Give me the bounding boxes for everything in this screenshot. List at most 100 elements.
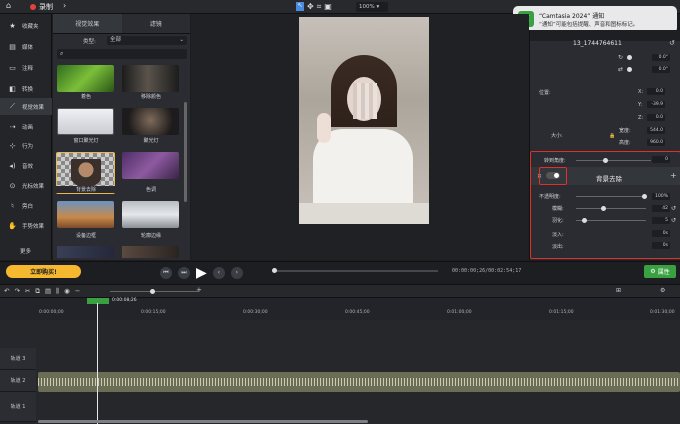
fadeout-value[interactable]: 0s bbox=[652, 242, 670, 249]
width-value[interactable]: 544.0 bbox=[647, 127, 665, 134]
feather-value[interactable]: 5 bbox=[652, 217, 670, 224]
effect-label: 移除颜色 bbox=[140, 94, 161, 100]
opacity-slider[interactable] bbox=[576, 196, 646, 197]
sidebar-item-visual-effects[interactable]: ⟋ 视觉效果 bbox=[0, 98, 52, 115]
zoom-in-icon[interactable]: + bbox=[196, 286, 202, 294]
effect-thumb-outline-edge[interactable] bbox=[122, 201, 179, 228]
timeline-zoom-knob[interactable] bbox=[150, 289, 155, 294]
crop-tool-icon[interactable]: ⌗ bbox=[317, 2, 322, 12]
opacity-value[interactable]: 100% bbox=[652, 193, 670, 200]
opacity-slider-knob[interactable] bbox=[642, 194, 647, 199]
annotation-icon: ▭ bbox=[9, 63, 16, 72]
sidebar-item-annotations[interactable]: ▭ 注释 bbox=[0, 59, 52, 76]
fadein-value[interactable]: 0s bbox=[652, 230, 670, 237]
undo-icon[interactable]: ↶ bbox=[4, 287, 9, 296]
effect-thumb-device-frame[interactable] bbox=[57, 201, 114, 228]
notification-toast[interactable]: C “Camtasia 2024” 通知 “通知”可能包括提醒、声音和图标标记。 bbox=[513, 6, 677, 33]
rotation-knob[interactable] bbox=[627, 55, 632, 60]
track-label[interactable]: 轨道 1 bbox=[0, 392, 36, 422]
audio-clip[interactable] bbox=[38, 372, 680, 392]
toast-title: “Camtasia 2024” 通知 bbox=[539, 13, 605, 20]
playhead-handle[interactable] bbox=[95, 298, 100, 303]
edge-slider-knob[interactable] bbox=[601, 206, 606, 211]
track-label[interactable]: 轨道 2 bbox=[0, 370, 36, 392]
edge-value[interactable]: 42 bbox=[652, 205, 670, 212]
corner-value[interactable]: 0 bbox=[652, 156, 670, 163]
next-marker-icon[interactable]: › bbox=[230, 267, 243, 279]
lock-icon[interactable]: 🔒 bbox=[609, 133, 615, 139]
sidebar-item-behaviors[interactable]: ⊹ 行为 bbox=[0, 137, 52, 154]
position-z[interactable]: 0.0 bbox=[647, 114, 665, 121]
sidebar-item-gestures[interactable]: ✋ 手势效果 bbox=[0, 217, 52, 234]
effect-thumb-tint[interactable] bbox=[122, 152, 179, 179]
playhead-line[interactable] bbox=[97, 298, 98, 424]
sidebar-item-more[interactable]: 更多 bbox=[0, 242, 52, 259]
prev-marker-icon[interactable]: ‹ bbox=[212, 267, 225, 279]
timeline-ruler[interactable]: 0:00:08;26 0:00:00;00 0:00:15;00 0:00:30… bbox=[0, 298, 680, 320]
effect-thumb-more[interactable] bbox=[57, 246, 114, 258]
reset-icon[interactable]: ↺ bbox=[671, 205, 676, 212]
copy-icon[interactable]: ⧉ bbox=[35, 287, 40, 296]
type-select[interactable]: 全部 ⌄ bbox=[107, 36, 187, 45]
effect-thumb-spotlight[interactable] bbox=[122, 108, 179, 135]
zoom-out-icon[interactable]: − bbox=[75, 287, 80, 296]
sidebar-item-narration[interactable]: ♮ 旁白 bbox=[0, 197, 52, 214]
sidebar-item-transitions[interactable]: ◧ 转换 bbox=[0, 80, 52, 97]
pan-tool-icon[interactable]: ✥ bbox=[307, 2, 314, 12]
edge-slider[interactable] bbox=[576, 208, 646, 209]
add-icon[interactable]: + bbox=[670, 171, 677, 180]
tab-filters[interactable]: 滤镜 bbox=[121, 14, 190, 34]
paste-icon[interactable]: ▤ bbox=[45, 287, 51, 296]
hand-icon: ✋ bbox=[8, 221, 17, 230]
cut-icon[interactable]: ✂ bbox=[25, 287, 30, 296]
home-icon[interactable]: ⌂ bbox=[6, 1, 11, 10]
zoom-select[interactable]: 100% ▾ bbox=[356, 2, 388, 12]
track-label[interactable]: 轨道 3 bbox=[0, 348, 36, 370]
redo-icon[interactable]: ↷ bbox=[14, 287, 19, 296]
select-tool-icon[interactable]: ↖ bbox=[296, 2, 304, 11]
flip-knob[interactable] bbox=[627, 67, 632, 72]
add-track-icon[interactable]: ⊞ bbox=[616, 287, 621, 294]
buy-now-button[interactable]: 立即购买! bbox=[6, 265, 81, 278]
record-button[interactable]: 录制 bbox=[26, 1, 57, 13]
settings-icon[interactable]: ⚙ bbox=[660, 287, 665, 294]
sidebar-item-media[interactable]: ▤ 媒体 bbox=[0, 38, 52, 55]
timeline-scrollbar[interactable] bbox=[38, 420, 368, 423]
snapshot-icon[interactable]: ◉ bbox=[64, 287, 70, 296]
fit-tool-icon[interactable]: ▣ bbox=[324, 2, 332, 12]
ruler-tick: 0:00:45;00 bbox=[345, 310, 370, 315]
sidebar-item-cursor[interactable]: ⊙ 光标效果 bbox=[0, 177, 52, 194]
sidebar-item-animations[interactable]: ⇢ 动画 bbox=[0, 118, 52, 135]
effect-thumb-more[interactable] bbox=[122, 246, 179, 258]
transport-bar bbox=[0, 261, 680, 283]
tab-visual-effects[interactable]: 视觉效果 bbox=[53, 14, 122, 34]
corner-slider[interactable] bbox=[576, 160, 651, 161]
search-input[interactable]: ⌕ bbox=[57, 49, 187, 59]
effect-thumb-window-spotlight[interactable] bbox=[57, 108, 114, 135]
step-forward-icon[interactable]: ⏭ bbox=[178, 267, 190, 279]
library-scrollbar[interactable] bbox=[184, 102, 187, 202]
ruler-tick: 0:00:15;00 bbox=[141, 310, 166, 315]
properties-button[interactable]: ⚙ 属性 bbox=[644, 265, 676, 278]
corner-slider-knob[interactable] bbox=[603, 158, 608, 163]
effect-thumb-remove-color[interactable] bbox=[122, 65, 179, 92]
play-icon[interactable]: ▶ bbox=[196, 265, 207, 281]
reset-icon[interactable]: ↺ bbox=[671, 217, 676, 224]
chevron-right-icon[interactable]: › bbox=[63, 1, 66, 10]
video-preview[interactable] bbox=[299, 17, 429, 224]
sidebar-item-audio[interactable]: ◂) 音效 bbox=[0, 157, 52, 174]
effect-thumb-colorize[interactable] bbox=[57, 65, 114, 92]
flip-value[interactable]: 0.0° bbox=[652, 66, 670, 73]
sidebar-item-favorites[interactable]: ★ 收藏夹 bbox=[0, 17, 52, 34]
step-back-icon[interactable]: ⏮ bbox=[160, 267, 172, 279]
feather-slider-knob[interactable] bbox=[582, 218, 587, 223]
timeline-tools: ↶ ↷ ✂ ⧉ ▤ ⫼ ◉ − bbox=[4, 287, 80, 296]
scrub-bar[interactable] bbox=[274, 270, 438, 272]
position-x[interactable]: 0.0 bbox=[647, 88, 665, 95]
height-value[interactable]: 960.0 bbox=[647, 139, 665, 146]
scrub-knob[interactable] bbox=[272, 268, 277, 273]
reset-icon[interactable]: ↺ bbox=[669, 39, 675, 47]
position-y[interactable]: -39.9 bbox=[647, 101, 665, 108]
split-icon[interactable]: ⫼ bbox=[56, 287, 59, 296]
rotation-value[interactable]: 0.0° bbox=[652, 54, 670, 61]
